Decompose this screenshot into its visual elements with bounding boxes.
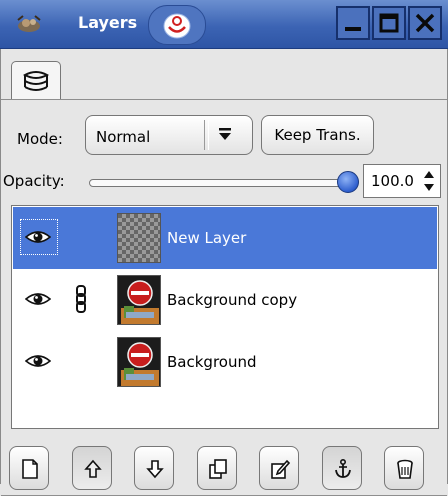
visibility-toggle[interactable] <box>19 218 59 256</box>
opacity-label: Opacity: <box>3 172 65 190</box>
lower-layer-button[interactable] <box>134 446 174 490</box>
opacity-spinbutton[interactable]: 100.0 <box>363 164 441 198</box>
close-icon <box>415 13 435 33</box>
layer-list[interactable]: New Layer Background copy Background <box>11 205 439 429</box>
opacity-value: 100.0 <box>371 172 414 190</box>
divider <box>1 99 447 100</box>
new-layer-button[interactable] <box>9 446 49 490</box>
divider <box>204 120 209 150</box>
layer-row[interactable]: New Layer <box>13 207 437 269</box>
minimize-icon <box>345 27 361 31</box>
opacity-slider-knob[interactable] <box>337 171 359 193</box>
layer-thumbnail <box>117 275 161 325</box>
layer-thumbnail <box>117 213 161 263</box>
close-button[interactable] <box>408 6 442 40</box>
dropdown-arrow-icon <box>219 128 231 140</box>
keep-trans-button[interactable]: Keep Trans. <box>261 115 374 155</box>
minimize-button[interactable] <box>336 6 370 40</box>
chain-link-icon[interactable] <box>75 285 87 317</box>
layer-name[interactable]: New Layer <box>167 229 246 247</box>
duplicate-layer-button[interactable] <box>196 446 237 490</box>
swirl-icon[interactable] <box>148 5 206 45</box>
spin-arrows-icon[interactable] <box>422 168 436 194</box>
layer-name[interactable]: Background <box>167 353 257 371</box>
maximize-button[interactable] <box>372 6 406 40</box>
opacity-slider[interactable] <box>89 179 357 187</box>
tab-layers[interactable] <box>11 61 61 100</box>
mode-dropdown[interactable]: Normal <box>85 115 253 155</box>
layers-stack-icon <box>23 71 49 91</box>
layer-row[interactable]: Background copy <box>13 269 437 331</box>
edit-layer-button[interactable] <box>259 446 299 490</box>
raise-layer-button[interactable] <box>71 446 112 490</box>
mode-value: Normal <box>96 128 151 146</box>
delete-layer-button[interactable] <box>384 446 424 490</box>
window-title: Layers <box>78 13 138 32</box>
visibility-toggle[interactable] <box>19 280 59 318</box>
layer-row[interactable]: Background <box>13 331 437 393</box>
title-bar[interactable]: Layers <box>0 0 448 49</box>
maximize-icon <box>379 13 399 33</box>
layers-dock: Mode: Normal Keep Trans. Opacity: 100.0 … <box>0 49 448 496</box>
mode-label: Mode: <box>17 130 63 148</box>
visibility-toggle[interactable] <box>19 342 59 380</box>
gimp-icon <box>17 15 41 32</box>
layer-thumbnail <box>117 337 161 387</box>
anchor-layer-button[interactable] <box>321 446 362 490</box>
layer-name[interactable]: Background copy <box>167 291 297 309</box>
